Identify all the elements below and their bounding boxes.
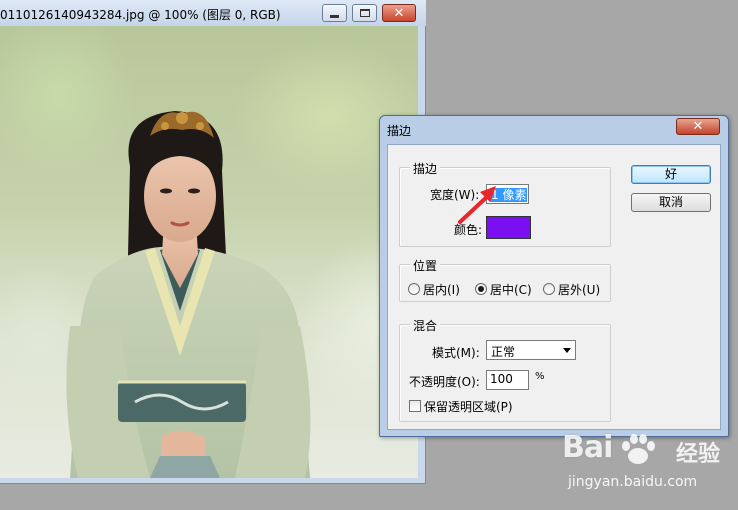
radio-center-label: 居中(C) xyxy=(490,283,532,297)
radio-inside[interactable] xyxy=(408,283,420,295)
minimize-button[interactable] xyxy=(322,4,347,22)
close-button[interactable]: ✕ xyxy=(382,4,416,22)
ok-button[interactable]: 好 xyxy=(631,165,711,184)
radio-outside-label: 居外(U) xyxy=(558,283,601,297)
stroke-group: 描边 宽度(W): 1 像素 颜色: xyxy=(399,160,611,247)
watermark-url: jingyan.baidu.com xyxy=(568,474,698,490)
document-title: 0110126140943284.jpg @ 100% (图层 0, RGB) xyxy=(0,8,281,22)
opacity-label: 不透明度(O): xyxy=(409,375,480,389)
baidu-jingyan-watermark: Bai 经验 jingyan.baidu.com xyxy=(562,430,732,500)
document-window: 0110126140943284.jpg @ 100% (图层 0, RGB) … xyxy=(0,0,426,484)
maximize-icon xyxy=(359,9,370,17)
radio-inside-label: 居内(I) xyxy=(423,283,460,297)
stroke-group-title: 描边 xyxy=(410,160,441,177)
stroke-dialog: 描边 ✕ 描边 宽度(W): 1 像素 颜色: 位置 居内(I) 居中(C) 居… xyxy=(379,115,729,437)
mode-select[interactable]: 正常 xyxy=(486,340,576,360)
cancel-button[interactable]: 取消 xyxy=(631,193,711,212)
dialog-titlebar[interactable]: 描边 ✕ xyxy=(380,116,728,142)
dialog-title: 描边 xyxy=(387,124,412,138)
blend-group: 混合 模式(M): 正常 不透明度(O): 100 % 保留透明区域(P) xyxy=(399,317,611,422)
dialog-body: 描边 宽度(W): 1 像素 颜色: 位置 居内(I) 居中(C) 居外(U) … xyxy=(387,144,721,430)
opacity-input[interactable]: 100 xyxy=(486,370,529,390)
document-titlebar[interactable]: 0110126140943284.jpg @ 100% (图层 0, RGB) … xyxy=(0,0,426,26)
dropdown-arrow-icon xyxy=(563,348,571,353)
opacity-value: 100 xyxy=(490,372,513,386)
maximize-button[interactable] xyxy=(352,4,377,22)
mode-label: 模式(M): xyxy=(432,346,480,360)
paw-icon xyxy=(622,434,655,464)
location-group-title: 位置 xyxy=(410,257,441,274)
preserve-transparency-label: 保留透明区域(P) xyxy=(424,400,513,414)
watermark-logo: Bai xyxy=(562,430,613,465)
blend-group-title: 混合 xyxy=(410,317,441,334)
image-canvas[interactable] xyxy=(0,26,418,478)
close-icon: ✕ xyxy=(393,5,405,21)
dialog-close-button[interactable]: ✕ xyxy=(676,118,720,135)
mode-value: 正常 xyxy=(491,345,516,359)
preserve-transparency-checkbox[interactable] xyxy=(409,400,421,412)
minimize-icon xyxy=(330,14,339,18)
close-icon: ✕ xyxy=(692,119,704,134)
radio-outside[interactable] xyxy=(543,283,555,295)
location-group: 位置 居内(I) 居中(C) 居外(U) xyxy=(399,257,611,302)
opacity-unit: % xyxy=(535,371,545,382)
annotation-arrow-icon xyxy=(458,186,496,224)
watermark-cn: 经验 xyxy=(676,442,721,467)
photo-woman-in-hanfu xyxy=(66,111,311,478)
radio-center[interactable] xyxy=(475,283,487,295)
